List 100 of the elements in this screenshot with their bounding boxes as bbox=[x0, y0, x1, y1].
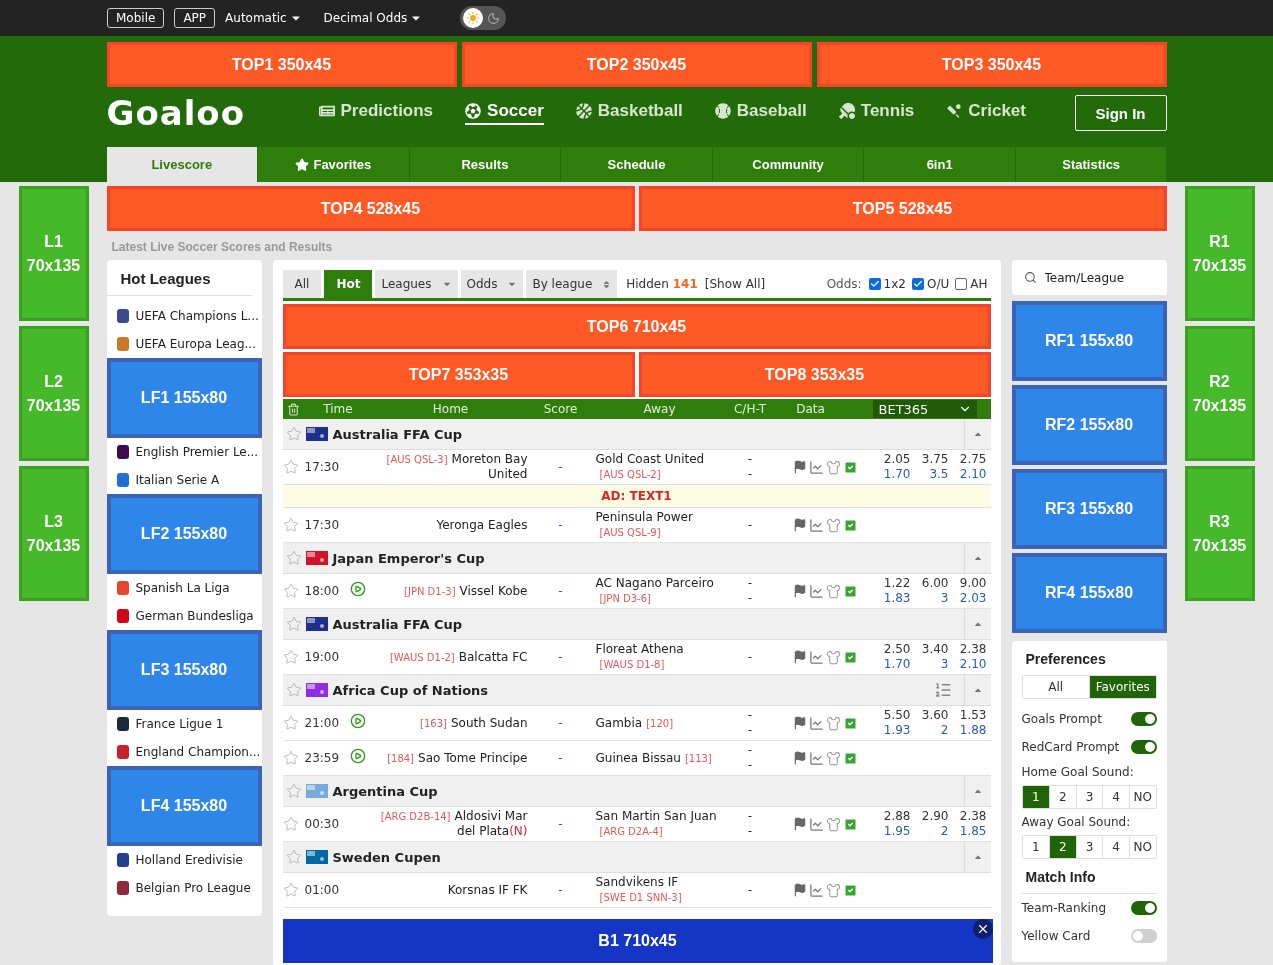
league-link[interactable]: Italian Serie A bbox=[106, 466, 262, 494]
nav-link[interactable]: Cricket bbox=[946, 101, 1026, 125]
star-icon[interactable] bbox=[282, 715, 299, 731]
nav-link[interactable]: Basketball bbox=[575, 101, 683, 125]
league-link[interactable]: France Ligue 1 bbox=[106, 710, 262, 738]
shirt-icon[interactable] bbox=[825, 715, 841, 731]
checkbox[interactable] bbox=[955, 278, 968, 290]
shirt-icon[interactable] bbox=[825, 583, 841, 599]
flag-icon[interactable] bbox=[792, 518, 807, 532]
nav-tab[interactable]: Community bbox=[712, 147, 864, 182]
flag-icon[interactable] bbox=[792, 460, 807, 474]
search-field[interactable]: Team/League bbox=[1011, 260, 1167, 295]
ad-banner[interactable]: RF1 155x80 bbox=[1011, 301, 1167, 381]
play-icon[interactable] bbox=[349, 581, 366, 597]
nav-tab[interactable]: Statistics bbox=[1015, 147, 1167, 182]
play-icon[interactable] bbox=[349, 713, 366, 729]
sound-option[interactable]: NO bbox=[1128, 836, 1156, 858]
flag-icon[interactable] bbox=[792, 817, 807, 831]
league-link[interactable]: English Premier Le... bbox=[106, 438, 262, 466]
chart-icon[interactable] bbox=[808, 459, 824, 475]
logo[interactable]: Goaloo bbox=[106, 93, 319, 133]
star-icon[interactable] bbox=[282, 750, 299, 766]
ad-banner[interactable]: RF3 155x80 bbox=[1011, 469, 1167, 549]
toggle-switch[interactable] bbox=[1130, 712, 1157, 726]
trash-icon[interactable] bbox=[286, 402, 300, 416]
star-icon[interactable] bbox=[282, 583, 299, 599]
nav-link[interactable]: Baseball bbox=[714, 101, 807, 125]
league-name[interactable]: Australia FFA Cup bbox=[332, 616, 463, 632]
play-icon[interactable] bbox=[349, 748, 366, 764]
league-link[interactable]: Spanish La Liga bbox=[106, 574, 262, 602]
star-icon[interactable] bbox=[285, 616, 302, 632]
star-icon[interactable] bbox=[282, 649, 299, 665]
chart-icon[interactable] bbox=[808, 517, 824, 533]
league-name[interactable]: Australia FFA Cup bbox=[332, 426, 463, 442]
star-icon[interactable] bbox=[285, 426, 302, 442]
ad-banner[interactable]: B1 710x45 bbox=[282, 919, 993, 963]
check-icon[interactable] bbox=[842, 882, 858, 898]
list-icon[interactable] bbox=[933, 681, 952, 699]
text-ad[interactable]: AD: TEXT1 bbox=[282, 485, 991, 508]
shirt-icon[interactable] bbox=[825, 750, 841, 766]
ad-banner[interactable]: RF2 155x80 bbox=[1011, 385, 1167, 465]
league-name[interactable]: Argentina Cup bbox=[332, 783, 438, 799]
sign-in-button[interactable]: Sign In bbox=[1074, 95, 1167, 131]
nav-link[interactable]: Soccer bbox=[465, 101, 544, 125]
chart-icon[interactable] bbox=[808, 649, 824, 665]
nav-tab[interactable]: 6in1 bbox=[864, 147, 1015, 182]
star-icon[interactable] bbox=[282, 517, 299, 533]
league-link[interactable]: UEFA Europa Leag... bbox=[106, 330, 262, 358]
close-button[interactable] bbox=[972, 919, 993, 939]
nav-tab[interactable]: Livescore bbox=[106, 147, 258, 182]
top-dropdown[interactable]: Automatic bbox=[225, 11, 314, 25]
top-button[interactable]: APP bbox=[174, 8, 216, 28]
league-link[interactable]: UEFA Champions L... bbox=[106, 302, 262, 330]
star-icon[interactable] bbox=[282, 816, 299, 832]
filter-option[interactable]: Favorites bbox=[1089, 676, 1156, 698]
league-link[interactable]: German Bundesliga bbox=[106, 602, 262, 630]
nav-link[interactable]: Predictions bbox=[318, 101, 434, 125]
shirt-icon[interactable] bbox=[825, 649, 841, 665]
filter-dropdown[interactable]: Leagues bbox=[375, 270, 458, 298]
league-link[interactable]: England Champion... bbox=[106, 738, 262, 766]
ad-banner[interactable]: LF2 155x80 bbox=[106, 494, 262, 574]
ad-banner[interactable]: LF1 155x80 bbox=[106, 358, 262, 438]
flag-icon[interactable] bbox=[792, 751, 807, 765]
sound-option[interactable]: 1 bbox=[1022, 786, 1050, 808]
top-dropdown[interactable]: Decimal Odds bbox=[323, 11, 435, 25]
checkbox[interactable] bbox=[912, 278, 924, 290]
chart-icon[interactable] bbox=[808, 750, 824, 766]
check-icon[interactable] bbox=[842, 715, 858, 731]
chart-icon[interactable] bbox=[808, 583, 824, 599]
search-input[interactable]: Team/League bbox=[1044, 270, 1155, 285]
league-name[interactable]: Japan Emperor's Cup bbox=[332, 550, 485, 566]
check-icon[interactable] bbox=[842, 459, 858, 475]
filter-tab[interactable]: All bbox=[282, 270, 322, 298]
filter-dropdown[interactable]: Odds bbox=[460, 270, 524, 298]
sound-option[interactable]: 2 bbox=[1049, 836, 1076, 858]
star-icon[interactable] bbox=[285, 550, 302, 566]
star-icon[interactable] bbox=[285, 849, 302, 865]
bookmaker-select[interactable]: BET365 bbox=[872, 400, 977, 418]
shirt-icon[interactable] bbox=[825, 459, 841, 475]
nav-tab[interactable]: Schedule bbox=[561, 147, 712, 182]
nav-tab[interactable]: Favorites bbox=[258, 147, 409, 182]
star-icon[interactable] bbox=[285, 682, 302, 698]
filter-tab[interactable]: Hot bbox=[324, 270, 373, 298]
star-icon[interactable] bbox=[282, 459, 299, 475]
ad-banner[interactable]: LF3 155x80 bbox=[106, 630, 262, 710]
chart-icon[interactable] bbox=[808, 882, 824, 898]
league-name[interactable]: Africa Cup of Nations bbox=[332, 682, 489, 698]
flag-icon[interactable] bbox=[792, 650, 807, 664]
flag-icon[interactable] bbox=[792, 584, 807, 598]
league-link[interactable]: Holland Eredivisie bbox=[106, 846, 262, 874]
shirt-icon[interactable] bbox=[825, 517, 841, 533]
nav-tab[interactable]: Results bbox=[409, 147, 561, 182]
shirt-icon[interactable] bbox=[825, 816, 841, 832]
chart-icon[interactable] bbox=[808, 715, 824, 731]
checkbox[interactable] bbox=[868, 278, 881, 290]
top-button[interactable]: Mobile bbox=[107, 8, 165, 28]
shirt-icon[interactable] bbox=[825, 882, 841, 898]
flag-icon[interactable] bbox=[792, 716, 807, 730]
check-icon[interactable] bbox=[842, 816, 858, 832]
filter-dropdown[interactable]: By league bbox=[526, 270, 618, 298]
